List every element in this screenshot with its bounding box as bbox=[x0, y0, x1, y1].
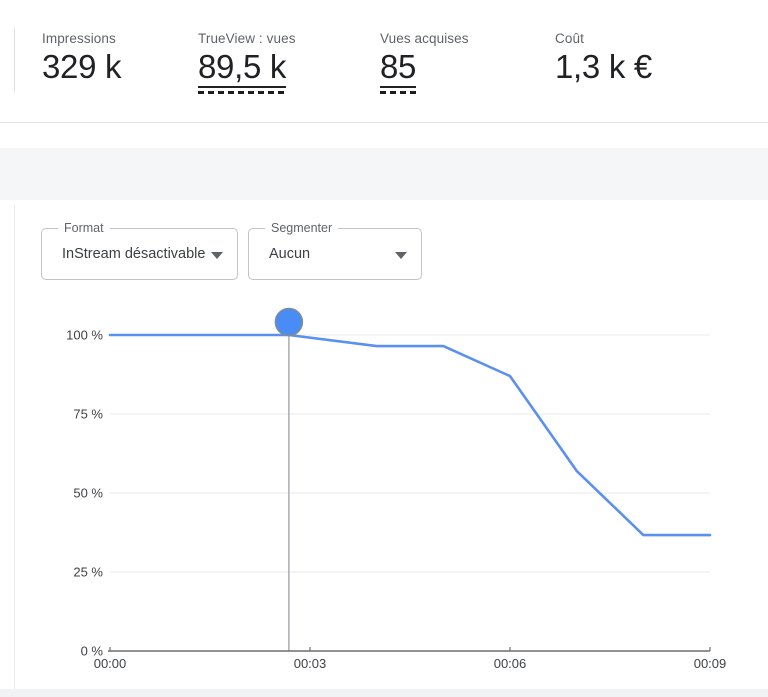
y-axis-tick-label: 100 % bbox=[66, 328, 103, 343]
chevron-down-icon bbox=[211, 252, 223, 259]
format-dropdown-label: Format bbox=[58, 220, 110, 236]
metric-label: Vues acquises bbox=[380, 31, 469, 46]
metric-value: 329 k bbox=[42, 48, 122, 85]
dashed-underline bbox=[380, 90, 417, 94]
x-axis-tick-label: 00:06 bbox=[494, 656, 527, 671]
metric-value[interactable]: 89,5 k bbox=[198, 49, 287, 94]
format-dropdown-value: InStream désactivable bbox=[62, 246, 206, 262]
metric-value[interactable]: 85 bbox=[380, 49, 417, 94]
y-axis-tick-label: 50 % bbox=[73, 486, 103, 501]
retention-line bbox=[108, 333, 712, 537]
x-axis-tick-label: 00:00 bbox=[94, 656, 127, 671]
chevron-down-icon bbox=[395, 252, 407, 259]
vertical-divider bbox=[14, 28, 15, 92]
segment-dropdown-value: Aucun bbox=[269, 246, 311, 262]
x-axis-tick-label: 00:03 bbox=[294, 656, 327, 671]
format-dropdown[interactable]: Format InStream désactivable bbox=[41, 220, 238, 280]
segment-dropdown-label: Segmenter bbox=[265, 220, 339, 236]
dashed-underline bbox=[198, 90, 287, 94]
metric-label: Coût bbox=[555, 31, 584, 46]
metric-label: TrueView : vues bbox=[198, 31, 296, 46]
y-axis-tick-label: 75 % bbox=[73, 407, 103, 422]
bottom-strip bbox=[0, 689, 768, 697]
segment-dropdown[interactable]: Segmenter Aucun bbox=[248, 220, 422, 280]
retention-chart-svg[interactable]: 100 %75 %50 %25 %0 %00:00 00:03 00:06 00:09 bbox=[0, 300, 768, 697]
metric-value: 1,3 k € bbox=[555, 48, 652, 85]
x-axis-tick-label: 00:09 bbox=[694, 656, 727, 671]
collapsed-section-band bbox=[0, 148, 768, 200]
metric-label: Impressions bbox=[42, 31, 116, 46]
y-axis-tick-label: 25 % bbox=[73, 565, 103, 580]
highlight-marker bbox=[274, 307, 304, 337]
metrics-card: Impressions 329 k TrueView : vues 89,5 k… bbox=[0, 0, 768, 123]
